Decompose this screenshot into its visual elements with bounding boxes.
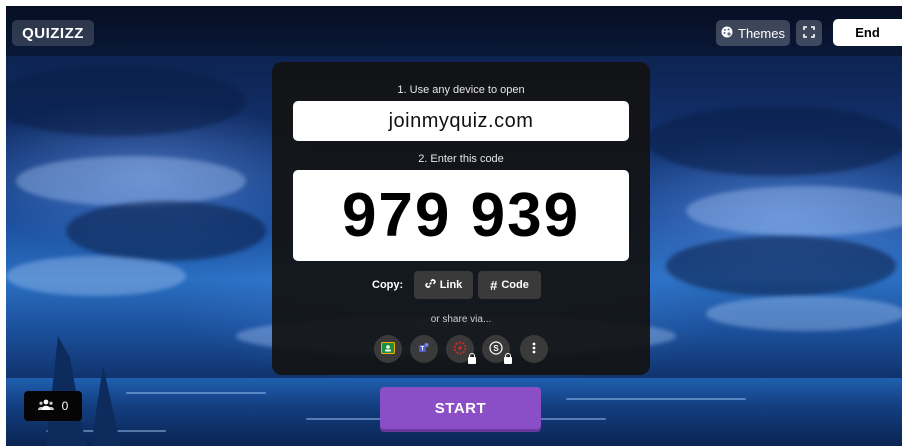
copy-code-button[interactable]: # Code xyxy=(478,271,541,299)
themes-button[interactable]: Themes xyxy=(716,20,790,46)
google-classroom-icon xyxy=(381,341,395,357)
share-google-classroom-button[interactable] xyxy=(374,335,402,363)
end-label: End xyxy=(855,25,880,40)
join-code: 979 939 xyxy=(341,181,581,250)
start-button[interactable]: START xyxy=(380,387,541,429)
join-panel: 1. Use any device to open joinmyquiz.com… xyxy=(272,62,650,375)
fullscreen-button[interactable] xyxy=(796,20,822,46)
player-count: 0 xyxy=(61,399,69,413)
player-count-badge: 0 xyxy=(24,391,82,421)
fullscreen-icon xyxy=(803,25,815,41)
end-button[interactable]: End xyxy=(833,19,902,46)
quizizz-logo: QUIZIZZ xyxy=(12,20,94,46)
copy-label: Copy: xyxy=(372,279,404,291)
svg-text:S: S xyxy=(493,344,499,353)
schoology-icon: S xyxy=(489,340,503,358)
join-url-box: joinmyquiz.com xyxy=(293,101,629,141)
step2-label: 2. Enter this code xyxy=(418,153,504,165)
svg-text:T: T xyxy=(421,346,425,352)
more-options-icon xyxy=(532,342,536,357)
microsoft-teams-icon: T xyxy=(418,342,430,357)
lock-icon xyxy=(468,353,476,364)
share-microsoft-teams-button[interactable]: T xyxy=(410,335,438,363)
copy-link-button[interactable]: Link xyxy=(414,271,473,299)
hash-icon: # xyxy=(490,277,498,293)
logo-text: QUIZIZZ xyxy=(22,24,84,42)
lock-icon xyxy=(504,353,512,364)
join-code-box: 979 939 xyxy=(293,170,629,261)
step1-label: 1. Use any device to open xyxy=(397,84,525,96)
canvas-icon xyxy=(453,341,467,358)
share-label: or share via... xyxy=(430,314,492,325)
start-label: START xyxy=(434,399,487,417)
join-url: joinmyquiz.com xyxy=(388,109,534,132)
themes-label: Themes xyxy=(738,25,785,41)
copy-code-label: Code xyxy=(501,279,529,291)
users-icon xyxy=(37,399,54,414)
copy-link-label: Link xyxy=(439,279,463,291)
link-icon xyxy=(425,278,436,292)
share-more-options-button[interactable] xyxy=(520,335,548,363)
share-canvas-button[interactable] xyxy=(446,335,476,364)
share-schoology-button[interactable]: S xyxy=(482,335,512,364)
palette-icon xyxy=(721,26,733,41)
